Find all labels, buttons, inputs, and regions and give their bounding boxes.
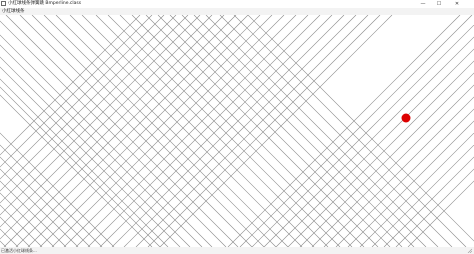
- grid-line: [123, 15, 357, 247]
- grid-line: [3, 15, 237, 247]
- grid-line: [287, 60, 474, 247]
- grid-line: [275, 48, 474, 247]
- grid-line: [157, 15, 391, 247]
- maximize-button[interactable]: ☐: [432, 0, 446, 8]
- grid-line: [15, 15, 249, 247]
- grid-line: [0, 180, 67, 247]
- grid-line: [107, 15, 341, 247]
- status-text: 已激活小红球线条...: [1, 248, 37, 253]
- grid-line: [0, 15, 201, 216]
- grid-line: [87, 15, 321, 247]
- red-ball: [401, 113, 411, 123]
- grid-line: [0, 15, 225, 240]
- title-bar[interactable]: 小红球线条弹簧跳 Bmperline.class — ☐ ✕: [0, 0, 474, 8]
- grid-line: [99, 15, 333, 247]
- menu-bar: 小红球线条: [0, 8, 474, 15]
- grid-line: [335, 108, 474, 247]
- grid-line: [39, 15, 273, 247]
- grid-line: [95, 15, 329, 247]
- grid-line: [0, 156, 91, 247]
- grid-line: [5, 15, 239, 247]
- window-title: 小红球线条弹簧跳 Bmperline.class: [8, 1, 82, 6]
- grid-line: [147, 15, 381, 247]
- grid-line: [27, 15, 261, 247]
- grid-line: [219, 15, 453, 247]
- status-bar: 已激活小红球线条...: [0, 247, 474, 254]
- diagonal-line-grid: [0, 15, 474, 247]
- grid-line: [227, 15, 461, 247]
- grid-line: [75, 15, 309, 247]
- grid-line: [51, 15, 285, 247]
- minimize-button[interactable]: —: [416, 0, 430, 8]
- app-window: 小红球线条弹簧跳 Bmperline.class — ☐ ✕ 小红球线条 已激活…: [0, 0, 474, 254]
- grid-line: [159, 15, 393, 247]
- grid-line: [0, 15, 165, 180]
- close-button[interactable]: ✕: [450, 0, 464, 8]
- grid-line: [111, 15, 345, 247]
- menu-item-ball-lines[interactable]: 小红球线条: [2, 8, 25, 15]
- grid-line: [135, 15, 369, 247]
- grid-line: [169, 15, 403, 247]
- grid-line: [63, 15, 297, 247]
- grid-line: [145, 15, 379, 247]
- drawing-canvas[interactable]: [0, 15, 474, 247]
- resize-grip-icon[interactable]: [467, 248, 472, 253]
- grid-line: [395, 168, 474, 247]
- grid-line: [239, 15, 473, 247]
- grid-line: [0, 132, 115, 247]
- app-icon: [1, 1, 6, 6]
- grid-line: [55, 15, 289, 247]
- grid-line: [299, 72, 474, 247]
- grid-line: [371, 144, 474, 247]
- grid-line: [0, 15, 141, 156]
- grid-line: [383, 156, 474, 247]
